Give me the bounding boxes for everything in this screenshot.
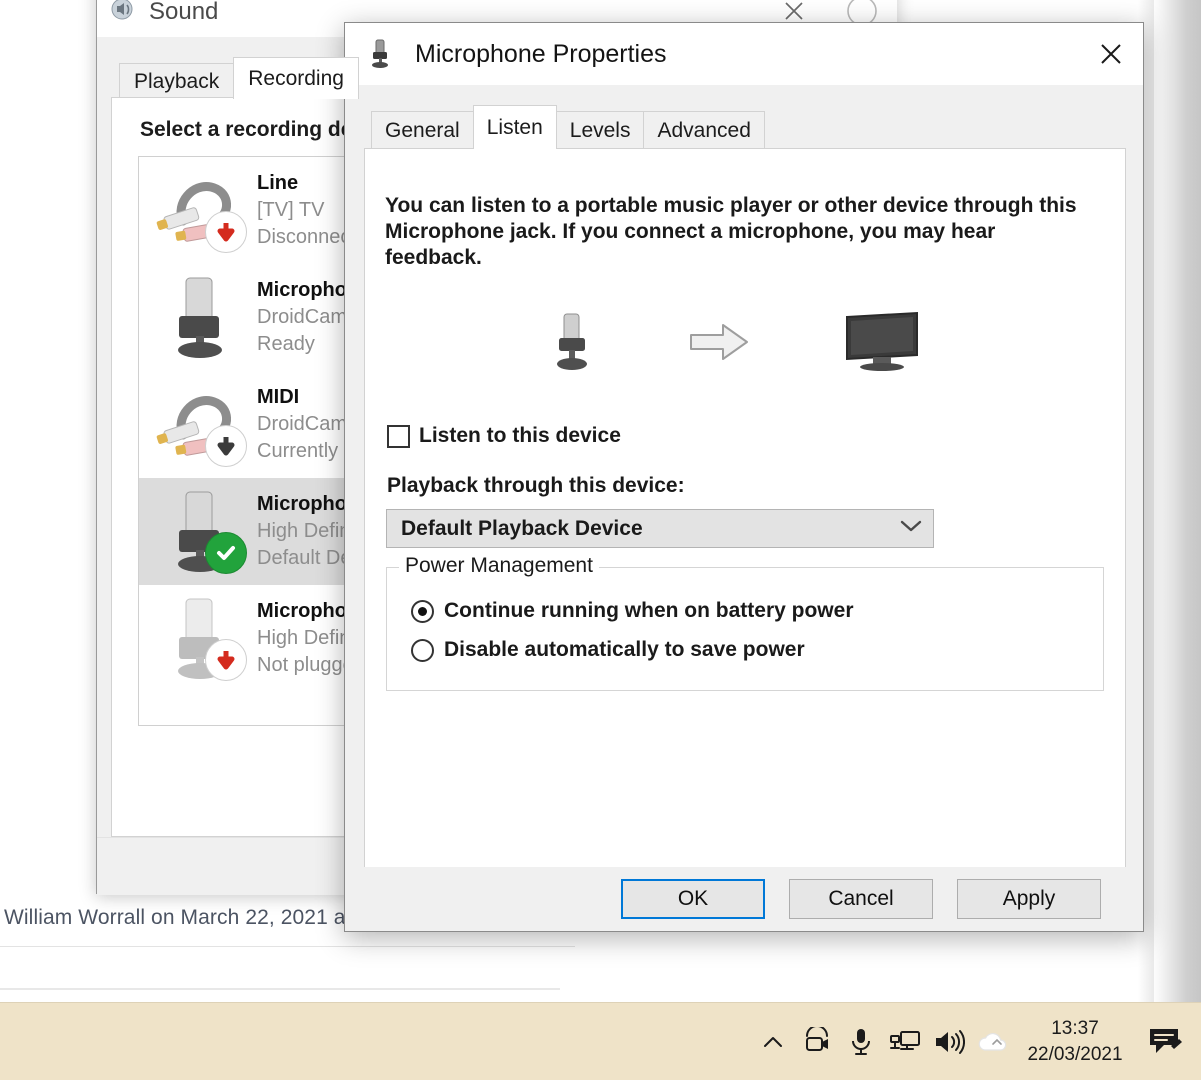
radio-button-selected[interactable] <box>411 599 434 623</box>
close-icon[interactable] <box>1079 23 1143 85</box>
article-divider <box>0 946 575 947</box>
power-management-legend: Power Management <box>399 554 599 578</box>
radio-continue-running[interactable]: Continue running when on battery power <box>411 599 854 623</box>
radio-label: Continue running when on battery power <box>444 599 854 622</box>
listen-description: You can listen to a portable music playe… <box>385 194 1077 269</box>
onedrive-icon[interactable] <box>971 1003 1015 1080</box>
radio-label: Disable automatically to save power <box>444 638 805 661</box>
microphone-icon <box>153 484 253 580</box>
rca-cable-icon <box>153 377 253 473</box>
action-center-icon[interactable] <box>1137 1003 1193 1080</box>
clock-time: 13:37 <box>1051 1018 1099 1039</box>
microphone-icon <box>549 310 597 379</box>
playback-device-select[interactable]: Default Playback Device <box>386 509 934 548</box>
camera-privacy-icon[interactable] <box>795 1003 839 1080</box>
ok-button[interactable]: OK <box>621 879 765 919</box>
listen-tab-pane: You can listen to a portable music playe… <box>364 148 1126 868</box>
clock-date: 22/03/2021 <box>1027 1044 1123 1065</box>
clock[interactable]: 13:37 22/03/2021 <box>1019 1003 1131 1080</box>
screen: William Worrall on March 22, 2021 at 9:5… <box>0 0 1201 1080</box>
microphone-properties-dialog[interactable]: Microphone Properties General Listen Lev… <box>344 22 1144 932</box>
right-arrow-icon <box>689 320 751 369</box>
checkbox-label: Listen to this device <box>419 424 621 447</box>
tab-general[interactable]: General <box>371 111 474 149</box>
monitor-icon <box>843 311 921 378</box>
microphone-icon <box>367 39 393 69</box>
red-down-arrow-badge <box>205 638 247 681</box>
playback-device-label: Playback through this device: <box>387 474 685 497</box>
volume-icon[interactable] <box>927 1003 971 1080</box>
dialog-titlebar: Microphone Properties <box>345 23 1143 85</box>
tab-listen[interactable]: Listen <box>472 105 557 149</box>
sound-window-title: Sound <box>149 0 219 25</box>
red-down-arrow-badge <box>205 210 247 253</box>
sound-tabstrip: Playback Recording <box>119 57 359 99</box>
black-down-arrow-badge <box>205 424 247 467</box>
show-hidden-icons-chevron-icon[interactable] <box>751 1003 795 1080</box>
network-icon[interactable] <box>883 1003 927 1080</box>
tab-playback[interactable]: Playback <box>119 63 235 99</box>
sound-speaker-icon <box>109 0 135 27</box>
rca-cable-icon <box>153 163 253 259</box>
page-right-gutter <box>1152 0 1201 1002</box>
dialog-tabstrip: General Listen Levels Advanced <box>371 105 765 149</box>
tab-recording[interactable]: Recording <box>233 57 359 99</box>
tab-advanced[interactable]: Advanced <box>643 111 765 149</box>
checkbox-box[interactable] <box>387 424 410 448</box>
playback-device-value: Default Playback Device <box>401 516 643 540</box>
chevron-down-icon <box>899 518 923 539</box>
system-tray: 13:37 22/03/2021 <box>751 1003 1201 1080</box>
microphone-disabled-icon <box>153 591 253 687</box>
power-management-group: Power Management Continue running when o… <box>386 554 1104 691</box>
apply-button[interactable]: Apply <box>957 879 1101 919</box>
microphone-in-use-icon[interactable] <box>839 1003 883 1080</box>
listen-flow-illustration <box>385 299 1085 389</box>
microphone-icon <box>153 270 253 366</box>
taskbar[interactable]: 13:37 22/03/2021 <box>0 1002 1201 1080</box>
dialog-title: Microphone Properties <box>415 39 667 68</box>
dialog-button-bar: OK Cancel Apply <box>345 867 1143 931</box>
listen-to-this-device-checkbox[interactable]: Listen to this device <box>387 424 621 448</box>
tab-levels[interactable]: Levels <box>555 111 645 149</box>
article-divider-secondary <box>0 988 560 990</box>
radio-button[interactable] <box>411 638 434 662</box>
cancel-button[interactable]: Cancel <box>789 879 933 919</box>
green-check-badge <box>205 531 247 574</box>
radio-disable-automatically[interactable]: Disable automatically to save power <box>411 638 805 662</box>
